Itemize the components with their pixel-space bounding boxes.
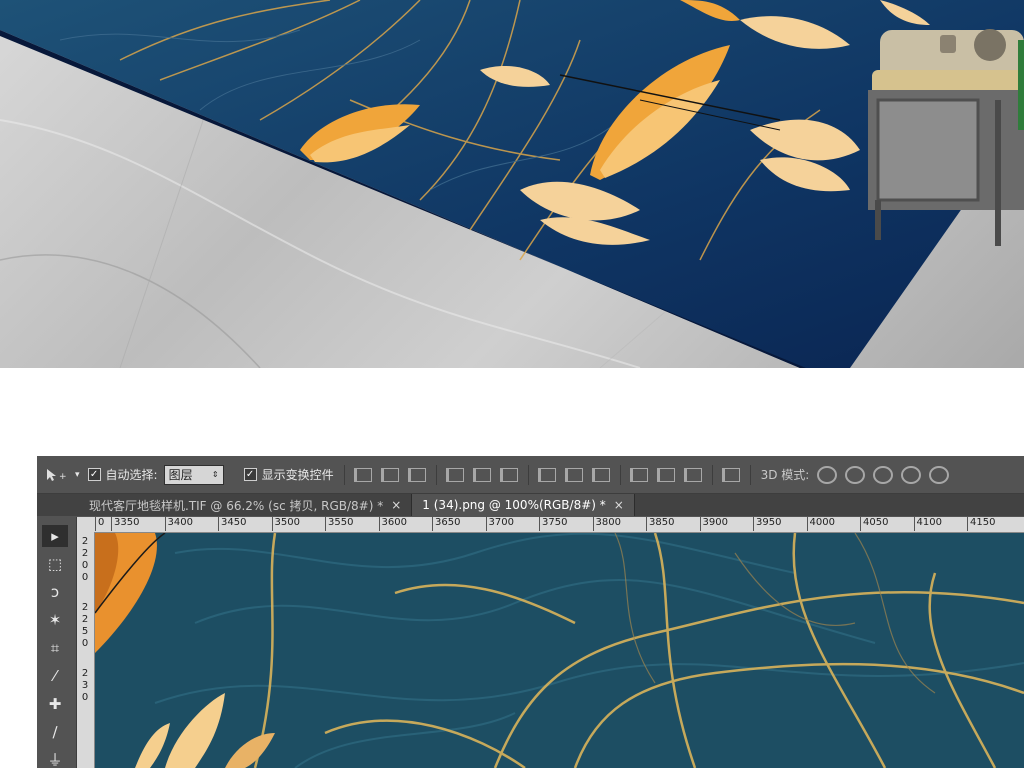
align-left-icon[interactable] <box>445 467 464 482</box>
ruler-tick-label: 3850 <box>646 517 674 531</box>
horizontal-ruler[interactable]: 0 3350 3400 3450 3500 3550 3600 3650 3700 3750 380… <box>95 517 1024 533</box>
align-right-icon[interactable] <box>499 467 518 482</box>
ruler-tick-label: 0 <box>81 572 89 583</box>
ruler-tick-label: 3550 <box>325 517 353 531</box>
show-transform-checkbox[interactable]: ✓ <box>243 468 257 481</box>
ruler-tick-label: 2 <box>81 536 89 547</box>
separator <box>711 464 713 485</box>
ruler-tick-label: 0 <box>81 638 89 649</box>
ruler-tick-label: 3950 <box>753 517 781 531</box>
brush-tool[interactable]: ∕ <box>42 721 68 743</box>
lasso-tool[interactable]: ↄ <box>42 581 68 603</box>
ruler-tick-label: 2 <box>81 548 89 559</box>
white-gap <box>0 368 1024 456</box>
3d-scale-icon[interactable] <box>929 465 950 484</box>
tab-carpet-mockup[interactable]: 现代客厅地毯样机.TIF @ 66.2% (sc 拷贝, RGB/8#) * × <box>37 494 413 516</box>
auto-select-checkbox[interactable]: ✓ <box>87 468 101 481</box>
ruler-tick-label: 3750 <box>539 517 567 531</box>
3d-drag-icon[interactable] <box>873 465 894 484</box>
photoshop-window: + ▾ ✓ 自动选择: 图层 ⇕ ✓ 显示变换控件 3D 模式: 现代客厅地毯样… <box>37 456 1024 768</box>
dropdown-arrows-icon: ⇕ <box>211 470 219 479</box>
ruler-tick-label: 4100 <box>913 517 942 531</box>
close-icon[interactable]: × <box>391 498 401 512</box>
magic-wand-tool[interactable]: ✶ <box>42 609 68 631</box>
chevron-down-icon[interactable]: ▾ <box>75 470 80 480</box>
distribute-top-icon[interactable] <box>537 467 556 482</box>
ruler-tick-label: 3350 <box>111 517 139 531</box>
ruler-tick-label: 3500 <box>271 517 300 531</box>
ruler-corner <box>77 517 96 533</box>
ruler-tick-label: 3600 <box>378 517 407 531</box>
ruler-tick-label: 4000 <box>806 517 835 531</box>
auto-select-label: 自动选择: <box>105 468 158 482</box>
separator <box>619 464 621 485</box>
carpet-product-photo <box>0 0 1024 368</box>
ruler-tick-label: 5 <box>81 626 89 637</box>
separator <box>343 464 345 485</box>
vertical-ruler[interactable]: 22002250230 <box>77 532 95 768</box>
show-transform-label: 显示变换控件 <box>261 468 334 482</box>
ruler-tick-label: 3900 <box>699 517 728 531</box>
separator <box>435 464 437 485</box>
marquee-tool[interactable]: ⬚ <box>42 553 68 575</box>
tools-panel: ▸ ⬚ ↄ ✶ ⌗ ⁄ ✚ ∕ ⏚ <box>37 517 77 768</box>
ruler-tick-label: 3700 <box>485 517 514 531</box>
move-tool-preset[interactable]: + ▾ <box>45 468 80 482</box>
distribute-hcenter-icon[interactable] <box>656 467 675 482</box>
distribute-right-icon[interactable] <box>683 467 702 482</box>
ruler-tick-label: 3800 <box>592 517 621 531</box>
ruler-tick-label: 2 <box>81 602 89 613</box>
document-tabs: 现代客厅地毯样机.TIF @ 66.2% (sc 拷贝, RGB/8#) * ×… <box>37 494 1024 516</box>
tab-png-document[interactable]: 1 (34).png @ 100%(RGB/8#) * × <box>412 494 635 516</box>
svg-text:+: + <box>59 472 67 482</box>
options-bar: + ▾ ✓ 自动选择: 图层 ⇕ ✓ 显示变换控件 3D 模式: <box>37 456 1024 494</box>
3d-slide-icon[interactable] <box>901 465 922 484</box>
ruler-tick-label: 3400 <box>164 517 193 531</box>
3d-rotate-icon[interactable] <box>817 465 838 484</box>
align-hcenter-icon[interactable] <box>472 467 491 482</box>
ruler-tick-label: 4150 <box>967 517 995 531</box>
auto-select-dropdown[interactable]: 图层 ⇕ <box>163 464 224 485</box>
close-icon[interactable]: × <box>614 498 624 512</box>
ruler-tick-label: 2 <box>81 668 89 679</box>
ruler-tick-label: 2 <box>81 614 89 625</box>
canvas-artwork <box>95 533 1024 768</box>
3d-roll-icon[interactable] <box>845 465 866 484</box>
carpet-illustration <box>0 0 1024 368</box>
align-top-icon[interactable] <box>353 467 372 482</box>
clone-stamp-tool[interactable]: ⏚ <box>42 749 68 768</box>
ruler-tick-label: 3450 <box>218 517 246 531</box>
auto-select-value: 图层 <box>168 468 193 482</box>
distribute-bottom-icon[interactable] <box>591 467 610 482</box>
eyedropper-tool[interactable]: ⁄ <box>42 665 68 687</box>
tab-label: 1 (34).png @ 100%(RGB/8#) * <box>422 498 606 512</box>
document-canvas[interactable] <box>95 533 1024 768</box>
ruler-tick-label: 4050 <box>860 517 888 531</box>
distribute-vcenter-icon[interactable] <box>564 467 583 482</box>
tab-label: 现代客厅地毯样机.TIF @ 66.2% (sc 拷贝, RGB/8#) * <box>89 498 384 513</box>
ruler-tick-label: 3650 <box>432 517 460 531</box>
healing-brush-tool[interactable]: ✚ <box>42 693 68 715</box>
distribute-left-icon[interactable] <box>629 467 648 482</box>
ruler-tick-label: 0 <box>81 692 89 703</box>
auto-select-option[interactable]: ✓ 自动选择: 图层 ⇕ <box>87 464 224 485</box>
ruler-tick-label: 3 <box>81 680 89 691</box>
separator <box>527 464 529 485</box>
align-vcenter-icon[interactable] <box>380 467 399 482</box>
move-tool[interactable]: ▸ <box>42 525 68 547</box>
show-transform-option[interactable]: ✓ 显示变换控件 <box>243 466 334 483</box>
auto-align-icon[interactable] <box>721 467 740 482</box>
ruler-tick-label: 0 <box>81 560 89 571</box>
align-bottom-icon[interactable] <box>407 467 426 482</box>
crop-tool[interactable]: ⌗ <box>42 637 68 659</box>
3d-mode-label: 3D 模式: <box>760 468 810 482</box>
ruler-tick-label: 0 <box>95 517 104 531</box>
move-icon: + <box>47 468 67 482</box>
separator <box>749 464 751 485</box>
